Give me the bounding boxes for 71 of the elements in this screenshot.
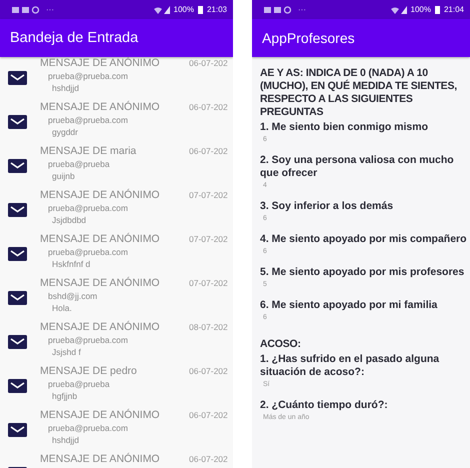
question-text: 4. Me siento apoyado por mis compañero	[260, 233, 468, 246]
notification-icons	[12, 6, 42, 14]
more-indicator: ···	[46, 5, 54, 14]
clock: 21:03	[206, 5, 227, 14]
message-email: prueba@prueba.com	[47, 202, 129, 214]
battery-icon	[198, 6, 203, 14]
question-text: 2. Soy una persona valiosa con mucho que ofrecer	[260, 154, 455, 180]
message-title: MENSAJE DE ANÓNIMO	[40, 409, 161, 422]
message-body: hgfjjnb	[51, 390, 78, 402]
question-text: 6. Me siento apoyado por mi familia	[260, 299, 438, 312]
message-date: 06-07-202	[189, 57, 228, 70]
message-body: Hskfnfnf d	[51, 258, 92, 270]
message-email: prueba@prueba	[47, 378, 111, 390]
envelope-icon	[8, 335, 27, 349]
battery-percent: 100%	[410, 5, 431, 14]
message-title: MENSAJE DE ANÓNIMO	[40, 233, 161, 246]
message-date: 06-07-202	[189, 453, 228, 466]
message-body: gygddr	[51, 126, 79, 138]
notification-icons	[264, 6, 294, 14]
battery-percent: 100%	[174, 5, 194, 14]
message-body: Jsjshd f	[51, 346, 82, 358]
message-date: 07-07-202	[189, 233, 228, 246]
message-date: 06-07-202	[189, 145, 228, 158]
question-text: 3. Soy inferior a los demás	[260, 200, 394, 213]
clock: 21:04	[444, 5, 464, 14]
message-email: bshd@jj.com	[47, 290, 98, 302]
message-title: MENSAJE DE ANÓNIMO	[40, 189, 161, 202]
message-body: hshdjjd	[51, 434, 80, 446]
envelope-icon	[8, 291, 27, 305]
message-email: prueba@prueba.com	[47, 334, 129, 346]
message-title: MENSAJE DE ANÓNIMO	[40, 277, 161, 290]
section-heading: ACOSO:	[260, 338, 302, 351]
envelope-icon	[8, 159, 27, 173]
question-text: 1. Me siento bien conmigo mismo	[260, 121, 430, 134]
message-body: Hola.	[51, 302, 73, 314]
envelope-icon	[8, 423, 27, 437]
signal-icon	[154, 6, 170, 14]
envelope-icon	[8, 203, 27, 217]
message-email: prueba@prueba.com	[47, 114, 129, 126]
message-title: MENSAJE DE ANÓNIMO	[40, 101, 161, 114]
message-body: guijnb	[51, 170, 76, 182]
app-title: Bandeja de Entrada	[10, 30, 138, 46]
app-title: AppProfesores	[262, 30, 355, 46]
message-date: 06-07-202	[189, 101, 228, 114]
message-title: MENSAJE DE ANÓNIMO	[40, 57, 161, 70]
message-date: 06-07-202	[189, 409, 228, 422]
section-heading: AE Y AS: INDICA DE 0 (NADA) A 10 (MUCHO), EN QUÉ MEDIDA TE SIENTES, RESPECTO A LAS SIGUIENTES PREGUNTAS	[260, 67, 458, 119]
message-body: Jsjdbdbd	[51, 214, 88, 226]
message-body: hshdjjd	[51, 82, 80, 94]
envelope-icon	[8, 379, 27, 393]
question-text: 2. ¿Cuánto tiempo duró?:	[260, 399, 389, 412]
envelope-icon	[8, 71, 27, 85]
message-title: MENSAJE DE pedro	[40, 365, 138, 378]
message-date: 08-07-202	[189, 321, 228, 334]
envelope-icon	[8, 115, 27, 129]
message-email: prueba@prueba.com	[47, 246, 129, 258]
message-title: MENSAJE DE ANÓNIMO	[40, 321, 161, 334]
message-date: 06-07-202	[189, 365, 228, 378]
message-email: prueba@prueba.com	[47, 422, 129, 434]
envelope-icon	[8, 247, 27, 261]
more-indicator: ···	[298, 5, 306, 14]
battery-icon	[434, 6, 440, 14]
message-date: 07-07-202	[189, 277, 228, 290]
message-title: MENSAJE DE ANÓNIMO	[40, 453, 161, 466]
signal-icon	[390, 6, 406, 14]
message-title: MENSAJE DE maria	[40, 145, 138, 158]
message-email: prueba@prueba	[47, 158, 111, 170]
message-date: 07-07-202	[189, 189, 228, 202]
question-text: 5. Me siento apoyado por mis profesores	[260, 266, 466, 279]
message-email: prueba@prueba.com	[47, 70, 129, 82]
question-text: 1. ¿Has sufrido en el pasado alguna situación de acoso?:	[260, 353, 440, 379]
